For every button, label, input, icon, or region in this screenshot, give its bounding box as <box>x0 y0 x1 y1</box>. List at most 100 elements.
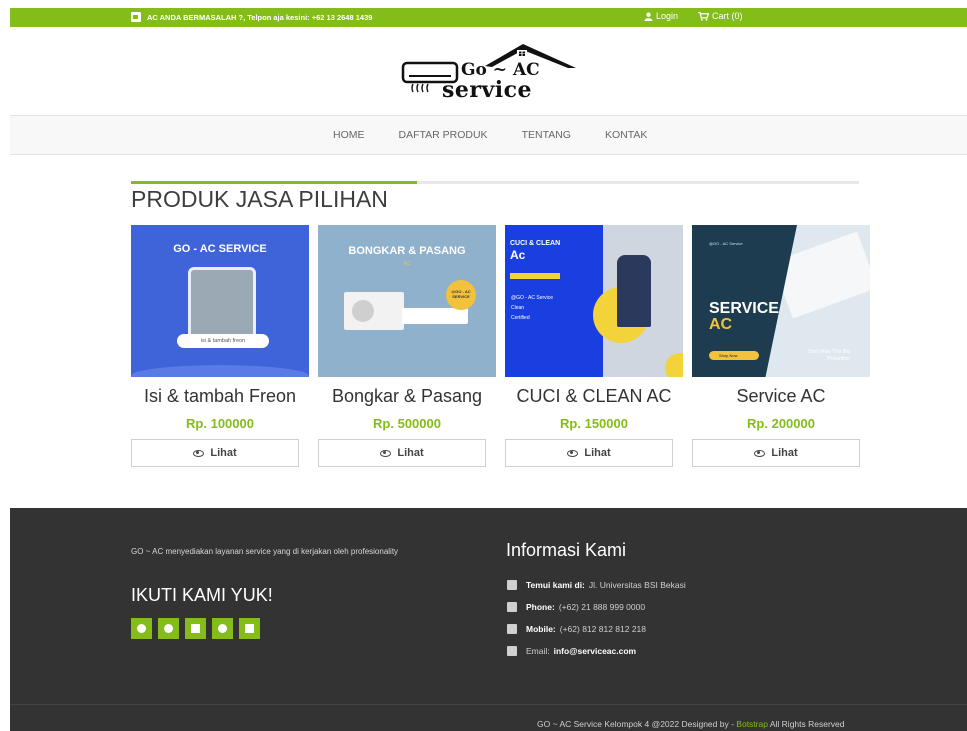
view-button-label: Lihat <box>771 447 798 459</box>
site-logo[interactable]: Go ~ AC service <box>400 40 576 104</box>
product-image-service[interactable]: @GO - AC Service SERVICE AC Shop Now Don… <box>692 225 870 377</box>
product-name: CUCI & CLEAN AC <box>516 386 672 406</box>
image-list-item: @GO - AC Service <box>511 295 554 301</box>
top-bar: AC ANDA BERMASALAH ?, Telpon aja kesini:… <box>10 8 967 27</box>
technician-photo <box>188 267 256 342</box>
nav-home[interactable]: HOME <box>333 129 365 141</box>
section-title: PRODUK JASA PILIHAN <box>131 186 388 212</box>
info-mobile: Mobile: (+62) 812 812 812 218 <box>507 618 686 640</box>
section-divider <box>131 181 859 184</box>
product-price: Rp. 100000 <box>186 416 254 431</box>
image-title: BONGKAR & PASANG <box>348 245 466 257</box>
email-label: Email: <box>526 646 550 656</box>
user-icon <box>644 12 653 21</box>
envelope-icon <box>507 646 517 656</box>
product-name: Isi & tambah Freon <box>143 386 297 406</box>
product-price: Rp. 500000 <box>373 416 441 431</box>
image-list: @GO - AC Service Clean Certified <box>511 293 553 323</box>
image-title-2: Ac <box>510 248 526 262</box>
logo-line-2: service <box>442 77 533 103</box>
phone-label: Phone: <box>526 602 555 612</box>
view-button[interactable]: Lihat <box>505 439 673 467</box>
image-list-item: Clean <box>511 305 525 311</box>
nav-daftar-produk[interactable]: DAFTAR PRODUK <box>399 129 488 141</box>
nav-tentang[interactable]: TENTANG <box>522 129 571 141</box>
shop-now-pill: Shop Now <box>709 351 759 360</box>
phone-square-icon <box>131 12 141 22</box>
image-tag: @GO - AC Service <box>709 241 743 246</box>
technician-figure <box>617 255 651 327</box>
product-card-cuci: CUCI & CLEAN Ac @GO - AC Service Clean C… <box>505 225 683 467</box>
view-button-label: Lihat <box>210 447 237 459</box>
contact-info: Temui kami di: Jl. Universitas BSI Bekasi… <box>507 574 686 662</box>
address-value: Jl. Universitas BSI Bekasi <box>588 580 686 590</box>
notice-text: AC ANDA BERMASALAH ?, Telpon aja kesini:… <box>147 12 373 22</box>
copyright-suffix: All Rights Reserved <box>769 719 845 729</box>
outdoor-unit <box>344 292 404 330</box>
address-label: Temui kami di: <box>526 580 585 590</box>
cart-label: Cart (0) <box>712 11 743 21</box>
footer-about: GO ~ AC menyediakan layanan service yang… <box>131 547 399 556</box>
product-name: Service AC <box>736 386 826 406</box>
image-title: SERVICE AC <box>709 301 779 333</box>
main-nav: HOME DAFTAR PRODUK TENTANG KONTAK <box>10 115 967 155</box>
phone-icon <box>507 602 517 612</box>
pinterest-icon[interactable] <box>212 618 233 639</box>
product-price: Rp. 150000 <box>560 416 628 431</box>
designer-link[interactable]: Botstrap <box>736 719 768 729</box>
mobile-icon <box>507 624 517 634</box>
image-title: CUCI & CLEAN <box>510 240 561 247</box>
product-price: Rp. 200000 <box>747 416 815 431</box>
image-caption: isi & tambah freon <box>177 334 269 348</box>
login-link[interactable]: Login <box>644 11 678 21</box>
decorative-wave <box>131 365 309 377</box>
copyright: GO ~ AC Service Kelompok 4 @2022 Designe… <box>537 719 845 729</box>
google-icon[interactable] <box>158 618 179 639</box>
product-image-bongkar[interactable]: BONGKAR & PASANG AC @GO - AC SERVICE <box>318 225 496 377</box>
image-bar <box>510 273 560 279</box>
copyright-prefix: GO ~ AC Service Kelompok 4 @2022 Designe… <box>537 719 734 729</box>
product-image-freon[interactable]: GO - AC SERVICE isi & tambah freon <box>131 225 309 377</box>
info-address: Temui kami di: Jl. Universitas BSI Bekasi <box>507 574 686 596</box>
nav-kontak[interactable]: KONTAK <box>605 129 647 141</box>
follow-title: IKUTI KAMI YUK! <box>131 585 273 605</box>
site-footer: GO ~ AC menyediakan layanan service yang… <box>10 508 967 731</box>
twitter-icon[interactable] <box>185 618 206 639</box>
eye-icon <box>193 449 205 457</box>
map-marker-icon <box>507 580 517 590</box>
view-button-label: Lihat <box>397 447 424 459</box>
cart-link[interactable]: Cart (0) <box>698 11 743 21</box>
product-image-cuci[interactable]: CUCI & CLEAN Ac @GO - AC Service Clean C… <box>505 225 683 377</box>
eye-icon <box>754 449 766 457</box>
image-title-2: AC <box>709 316 733 333</box>
product-card-bongkar: BONGKAR & PASANG AC @GO - AC SERVICE Bon… <box>318 225 496 467</box>
promo-text: Don't Miss This Big Promotion <box>807 349 850 362</box>
info-phone: Phone: (+62) 21 888 999 0000 <box>507 596 686 618</box>
phone-notice: AC ANDA BERMASALAH ?, Telpon aja kesini:… <box>131 12 372 22</box>
facebook-icon[interactable] <box>131 618 152 639</box>
image-subtitle: AC <box>403 261 411 267</box>
product-name: Bongkar & Pasang <box>331 386 483 406</box>
view-button[interactable]: Lihat <box>692 439 860 467</box>
footer-divider <box>10 704 967 705</box>
info-email: Email: info@serviceac.com <box>507 640 686 662</box>
mobile-label: Mobile: <box>526 624 556 634</box>
social-links <box>131 618 260 639</box>
phone-value: (+62) 21 888 999 0000 <box>558 602 646 612</box>
account-links: Login Cart (0) <box>644 11 743 21</box>
view-button[interactable]: Lihat <box>131 439 299 467</box>
mobile-value: (+62) 812 812 812 218 <box>559 624 647 634</box>
product-card-service: @GO - AC Service SERVICE AC Shop Now Don… <box>692 225 870 467</box>
image-title: GO - AC SERVICE <box>173 243 267 255</box>
eye-icon <box>567 449 579 457</box>
eye-icon <box>380 449 392 457</box>
image-title-1: SERVICE <box>709 300 779 317</box>
view-button-label: Lihat <box>584 447 611 459</box>
product-card-freon: GO - AC SERVICE isi & tambah freon Isi &… <box>131 225 309 467</box>
section-divider-accent <box>131 181 417 184</box>
linkedin-icon[interactable] <box>239 618 260 639</box>
email-value[interactable]: info@serviceac.com <box>554 646 636 656</box>
indoor-unit <box>402 308 468 324</box>
login-label: Login <box>656 11 679 21</box>
view-button[interactable]: Lihat <box>318 439 486 467</box>
